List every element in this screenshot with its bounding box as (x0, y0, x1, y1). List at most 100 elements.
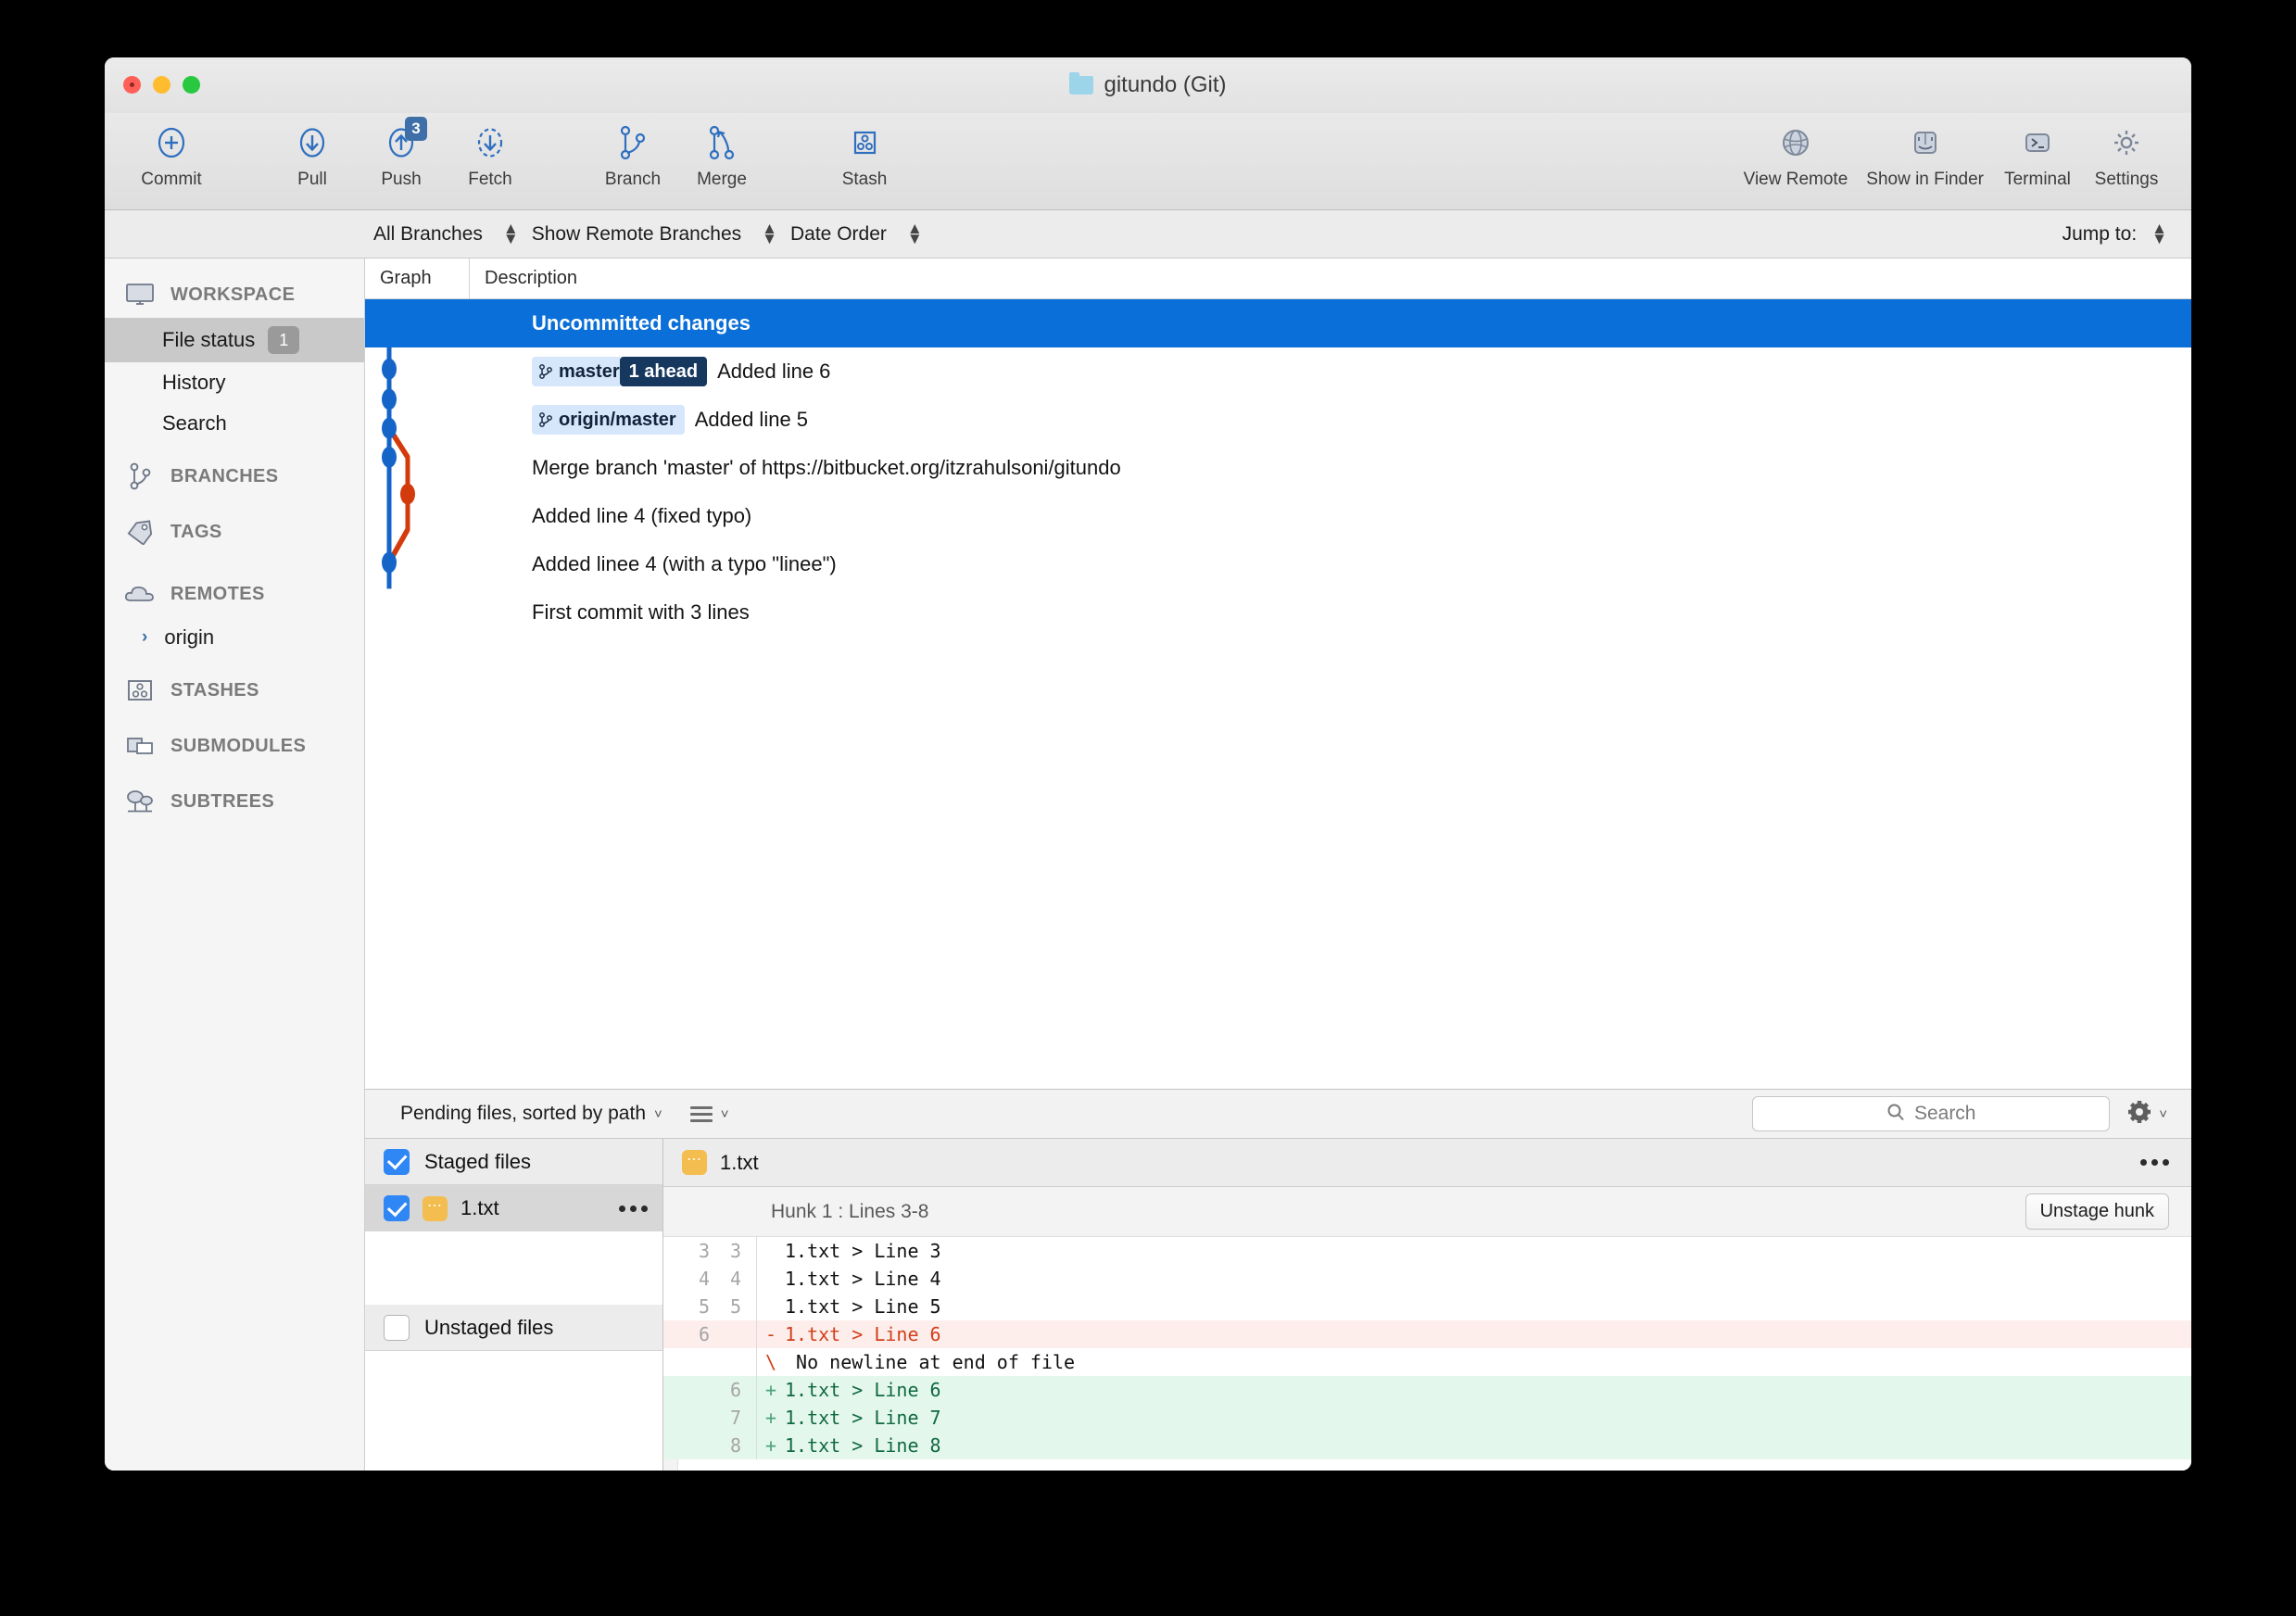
diff-actions-icon[interactable] (2140, 1159, 2169, 1166)
terminal-prompt-icon (2019, 120, 2056, 165)
submodule-icon (124, 732, 156, 760)
chevron-down-icon: ˅ (2159, 1105, 2167, 1122)
branch-button[interactable]: Branch (588, 120, 677, 190)
diff-options-dropdown[interactable]: ˅ (2126, 1099, 2178, 1130)
stash-button[interactable]: Stash (820, 120, 909, 190)
settings-button[interactable]: Settings (2082, 120, 2171, 190)
pending-toolbar-right: Search ˅ (1752, 1096, 2178, 1131)
modified-file-icon: ⋯ (423, 1195, 448, 1221)
unstaged-files-header[interactable]: Unstaged files (365, 1305, 662, 1351)
sidebar-item-label: File status (162, 328, 256, 351)
chevron-right-icon[interactable]: › (142, 627, 147, 648)
pull-down-arrow-icon (294, 120, 331, 165)
commit-list[interactable]: Uncommitted changes master 1 ahead Added… (365, 299, 2191, 1089)
commit-row[interactable]: origin/master Added line 5 (365, 396, 2191, 444)
terminal-button[interactable]: Terminal (1993, 120, 2082, 190)
diff-line-added: 7 + 1.txt > Line 7 (663, 1404, 2191, 1432)
diff-sign: + (764, 1434, 777, 1457)
file-actions-icon[interactable] (619, 1205, 648, 1212)
unstage-hunk-button[interactable]: Unstage hunk (2025, 1193, 2169, 1230)
branch-ref-chip-master[interactable]: master (532, 357, 620, 386)
fetch-button[interactable]: Fetch (446, 120, 535, 190)
sidebar-section-branches[interactable]: BRANCHES (105, 453, 364, 499)
hunk-label: Hunk 1 : Lines 3-8 (771, 1200, 929, 1222)
file-checkbox[interactable] (384, 1195, 410, 1221)
merge-button[interactable]: Merge (677, 120, 766, 190)
gutter-divider (756, 1293, 757, 1320)
column-header-description[interactable]: Description (470, 259, 2191, 298)
branch-filter-label: All Branches (373, 222, 483, 245)
pull-button[interactable]: Pull (268, 120, 357, 190)
tag-icon (124, 518, 156, 546)
main-toolbar: Commit Pull 3 Push Fetch Branch Merge St… (105, 113, 2191, 210)
sidebar-item-search[interactable]: Search (105, 403, 364, 444)
sidebar-item-file-status[interactable]: File status 1 (105, 318, 364, 362)
sidebar-item-history[interactable]: History (105, 362, 364, 403)
globe-icon (1777, 120, 1814, 165)
order-filter-dropdown[interactable]: Date Order ▲ ▼ (790, 221, 923, 246)
sidebar-item-label: Search (162, 411, 227, 435)
commit-button[interactable]: Commit (127, 120, 216, 190)
chevron-updown-icon: ▲ ▼ (2151, 219, 2167, 247)
filter-bar: All Branches ▲ ▼ Show Remote Branches ▲ ▼ … (105, 210, 2191, 259)
old-line-number: 4 (698, 1268, 710, 1290)
diff-pane: ⋯ 1.txt Hunk 1 : Lines 3-8 Unstage hunk … (663, 1139, 2191, 1471)
commit-row[interactable]: Added linee 4 (with a typo "linee") (365, 540, 2191, 588)
search-placeholder: Search (1913, 1103, 1976, 1124)
staged-file-row[interactable]: ⋯ 1.txt (365, 1185, 662, 1231)
staged-files-list[interactable]: ⋯ 1.txt (365, 1185, 662, 1305)
sidebar-section-label: SUBTREES (170, 790, 275, 812)
branch-icon (538, 411, 553, 428)
unstaged-files-label: Unstaged files (424, 1315, 554, 1339)
new-line-number: 5 (729, 1295, 741, 1318)
unstaged-files-checkbox[interactable] (384, 1314, 410, 1341)
finder-face-icon (1907, 120, 1944, 165)
push-button[interactable]: 3 Push (357, 117, 446, 190)
diff-content[interactable]: 3 3 1.txt > Line 3 4 4 1.txt > Line 4 5 … (663, 1237, 2191, 1471)
staged-files-checkbox[interactable] (384, 1148, 410, 1175)
diff-sign: - (764, 1323, 777, 1345)
branch-filter-dropdown[interactable]: All Branches ▲ ▼ (373, 221, 519, 246)
commit-row[interactable]: master 1 ahead Added line 6 (365, 347, 2191, 396)
pending-files-dropdown[interactable]: Pending files, sorted by path ˅ (400, 1103, 662, 1125)
sidebar-item-origin[interactable]: › origin (105, 617, 364, 658)
commit-row[interactable]: First commit with 3 lines (365, 588, 2191, 637)
terminal-label: Terminal (2004, 170, 2071, 189)
sidebar-section-label: BRANCHES (170, 465, 279, 486)
commit-row[interactable]: Uncommitted changes (365, 299, 2191, 347)
diff-file-name: 1.txt (720, 1150, 759, 1174)
file-name: 1.txt (460, 1196, 499, 1219)
toolbar-right-group: View Remote Show in Finder Terminal Sett… (1735, 120, 2171, 190)
sidebar-section-workspace[interactable]: WORKSPACE (105, 271, 364, 318)
sidebar-section-subtrees[interactable]: SUBTREES (105, 778, 364, 825)
sidebar-section-stashes[interactable]: STASHES (105, 667, 364, 713)
search-input[interactable]: Search (1752, 1096, 2111, 1131)
jump-to-dropdown[interactable]: Jump to: ▲ ▼ (2063, 219, 2167, 247)
column-header-graph[interactable]: Graph (365, 259, 470, 298)
diff-line: 4 4 1.txt > Line 4 (663, 1265, 2191, 1293)
sidebar-item-label: History (162, 371, 226, 394)
sidebar-section-remotes[interactable]: REMOTES (105, 571, 364, 617)
title-bar: gitundo (Git) (105, 57, 2191, 113)
show-in-finder-button[interactable]: Show in Finder (1857, 120, 1993, 190)
branch-ref-chip-origin-master[interactable]: origin/master (532, 405, 685, 435)
view-mode-dropdown[interactable]: ˅ (689, 1105, 729, 1122)
new-line-number: 8 (729, 1434, 741, 1457)
remote-filter-dropdown[interactable]: Show Remote Branches ▲ ▼ (532, 221, 777, 246)
view-remote-label: View Remote (1743, 170, 1848, 189)
sidebar-section-tags[interactable]: TAGS (105, 509, 364, 555)
commit-row[interactable]: Merge branch 'master' of https://bitbuck… (365, 444, 2191, 492)
commit-row[interactable]: Added line 4 (fixed typo) (365, 492, 2191, 540)
main-content: Graph Description Uncommitted changes ma… (365, 259, 2191, 1471)
unstaged-files-list[interactable] (365, 1351, 662, 1471)
settings-label: Settings (2094, 170, 2159, 189)
staged-files-label: Staged files (424, 1149, 531, 1173)
commit-column-headers: Graph Description (365, 259, 2191, 299)
staged-files-header[interactable]: Staged files (365, 1139, 662, 1185)
sidebar-section-submodules[interactable]: SUBMODULES (105, 723, 364, 769)
window-title-text: gitundo (Git) (1104, 72, 1227, 97)
view-remote-button[interactable]: View Remote (1735, 120, 1858, 190)
